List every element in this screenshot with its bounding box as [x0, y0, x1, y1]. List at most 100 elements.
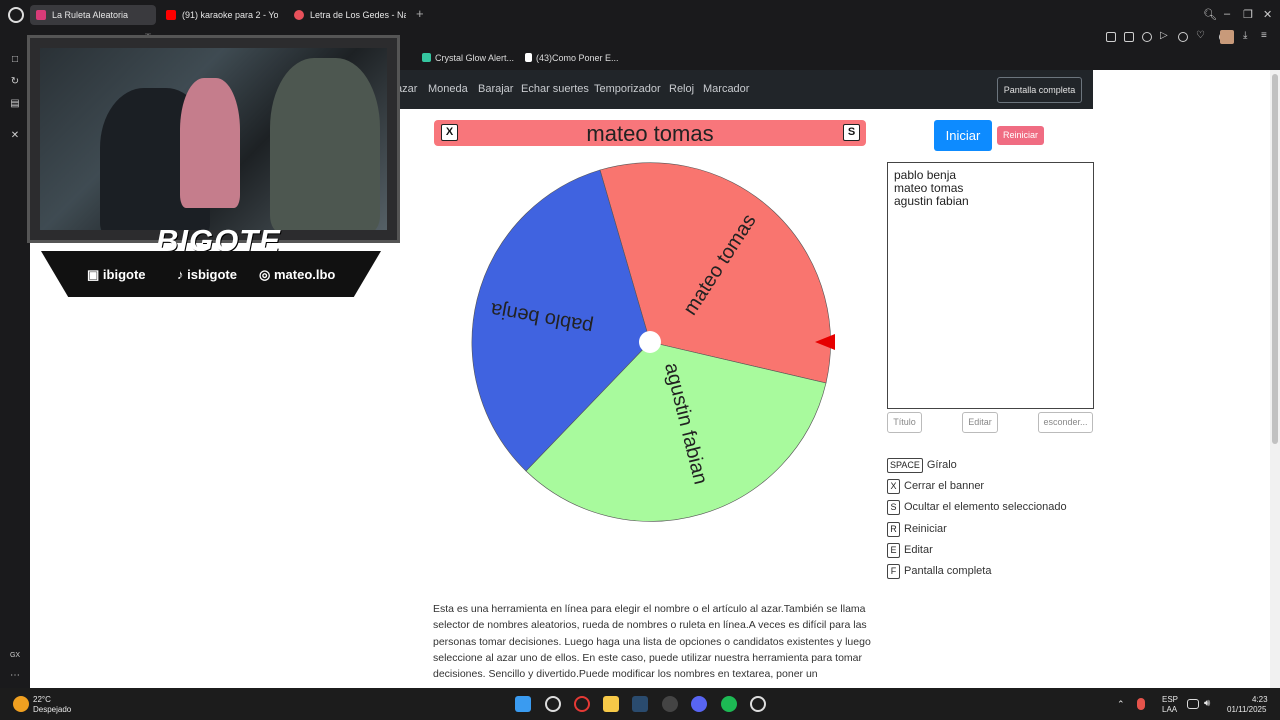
key-s: S — [887, 500, 900, 515]
nav-link-barajar[interactable]: Barajar — [478, 83, 513, 95]
title-button[interactable]: Título — [887, 412, 922, 433]
musixmatch-icon — [294, 10, 304, 20]
microphone-icon[interactable] — [1137, 698, 1145, 710]
tiktok-icon — [525, 53, 532, 62]
opera-gx-taskbar-icon[interactable] — [574, 696, 590, 712]
nav-link-temporizador[interactable]: Temporizador — [594, 83, 661, 95]
opera-logo-icon[interactable] — [8, 7, 24, 23]
spotify-icon[interactable] — [721, 696, 737, 712]
flow-icon[interactable]: ▤ — [9, 98, 21, 110]
webcam-feed — [40, 48, 387, 230]
settings-gear-icon[interactable] — [750, 696, 766, 712]
browser-sidebar: □ ↻ ▤ ✕ GX ⋯ — [0, 30, 30, 688]
shortcut-label: Gíralo — [926, 459, 957, 471]
shortcut-label: Editar — [904, 544, 933, 556]
social-handle: isbigote — [187, 267, 237, 282]
tab-ruleta[interactable]: La Ruleta Aleatoria — [30, 5, 156, 25]
key-f: F — [887, 564, 900, 579]
banner-close-button[interactable]: X — [441, 124, 458, 141]
vpn-icon[interactable] — [1178, 32, 1188, 42]
names-textarea[interactable]: pablo benja mateo tomas agustin fabian — [887, 162, 1094, 409]
scroll-thumb[interactable] — [1272, 74, 1278, 444]
menu-icon[interactable]: ≡ — [1261, 30, 1271, 41]
play-icon[interactable]: ▷ — [1160, 30, 1170, 41]
reset-button[interactable]: Reiniciar — [997, 126, 1044, 145]
close-icon[interactable]: ✕ — [1263, 8, 1272, 21]
fullscreen-button[interactable]: Pantalla completa — [997, 77, 1082, 103]
nav-link-reloj[interactable]: Reloj — [669, 83, 694, 95]
shortcut-r: R Reiniciar — [887, 522, 947, 537]
steam-icon[interactable] — [632, 696, 648, 712]
shield-icon[interactable] — [1142, 32, 1152, 42]
heart-icon[interactable]: ♡ — [1196, 30, 1206, 41]
nav-link-moneda[interactable]: Moneda — [428, 83, 468, 95]
shortcut-label: Cerrar el banner — [904, 480, 985, 492]
shortcut-label: Reiniciar — [904, 523, 947, 535]
reload-icon[interactable]: ↻ — [9, 76, 21, 88]
twitch-kick-handle: ▣ ibigote — [87, 267, 146, 282]
edit-button[interactable]: Editar — [962, 412, 998, 433]
youtube-icon — [166, 10, 176, 20]
bookmark-crystal-glow[interactable]: Crystal Glow Alert... — [422, 53, 514, 63]
clock-date: 01/11/2025 — [1227, 705, 1267, 714]
tab-label: La Ruleta Aleatoria — [52, 10, 129, 20]
key-e: E — [887, 543, 900, 558]
key-r: R — [887, 522, 900, 537]
bookmark-icon — [422, 53, 431, 62]
favicon-icon — [36, 10, 46, 20]
windows-start-icon[interactable] — [515, 696, 531, 712]
person-silhouette — [180, 78, 240, 208]
display-icon[interactable] — [1187, 699, 1199, 709]
webcam-frame — [27, 35, 400, 243]
snapshot-icon[interactable] — [1124, 32, 1134, 42]
obs-icon[interactable] — [662, 696, 678, 712]
download-icon[interactable]: ⤓ — [1243, 30, 1253, 41]
volume-icon[interactable]: 🔊︎ — [1204, 699, 1210, 709]
language-indicator[interactable]: ESP — [1162, 695, 1178, 705]
social-handle: ibigote — [102, 267, 146, 282]
description-text: Esta es una herramienta en línea para el… — [433, 603, 871, 681]
shortcut-label: Pantalla completa — [904, 565, 992, 577]
shortcut-label: Ocultar el elemento seleccionado — [904, 501, 1067, 513]
bookmark-tiktok[interactable]: (43)Como Poner E... — [525, 53, 619, 63]
shortcut-space: SPACE Gíralo — [887, 458, 957, 473]
search-icon[interactable]: 🔍︎ — [1203, 8, 1217, 21]
start-button[interactable]: Iniciar — [934, 120, 992, 151]
tab-label: Letra de Los Gedes - Nad — [310, 10, 406, 20]
nav-link-echar-suertes[interactable]: Echar suertes — [521, 83, 589, 95]
chevron-up-icon[interactable]: ⌃ — [1117, 699, 1125, 709]
gx-label[interactable]: GX — [9, 650, 21, 662]
tab-label: (91) karaoke para 2 - You — [182, 10, 278, 20]
wheel-hub — [639, 331, 661, 353]
restore-icon[interactable]: ❐ — [1243, 8, 1253, 21]
banner-hide-button[interactable]: S — [843, 124, 860, 141]
banner-title: mateo tomas — [586, 121, 714, 146]
more-icon[interactable]: ⋯ — [9, 670, 21, 682]
key-x: X — [887, 479, 900, 494]
new-tab-button[interactable]: + — [416, 7, 424, 21]
taskbar: 22°C Despejado ⌃ ESP LAA 🔊︎ 4:23 01/11/2… — [0, 688, 1280, 720]
bookmark-label: Crystal Glow Alert... — [435, 53, 515, 63]
weather-temp: 22°C — [33, 695, 51, 704]
x-twitter-icon[interactable]: ✕ — [9, 130, 21, 142]
person-silhouette — [270, 58, 380, 230]
tab-karaoke[interactable]: (91) karaoke para 2 - You — [160, 5, 278, 25]
hide-options-button[interactable]: esconder... — [1038, 412, 1093, 433]
pin-icon[interactable] — [1106, 32, 1116, 42]
weather-moon-icon[interactable] — [13, 696, 29, 712]
discord-icon[interactable] — [691, 696, 707, 712]
bookmark-label: (43)Como Poner E... — [536, 53, 619, 63]
minimize-icon[interactable]: – — [1224, 8, 1230, 20]
tab-letra[interactable]: Letra de Los Gedes - Nad — [288, 5, 406, 25]
key-space: SPACE — [887, 458, 923, 473]
shortcut-x: X Cerrar el banner — [887, 479, 984, 494]
page-scrollbar[interactable] — [1270, 70, 1280, 688]
file-explorer-icon[interactable] — [603, 696, 619, 712]
nav-link-marcador[interactable]: Marcador — [703, 83, 749, 95]
instagram-handle: ◎ mateo.lbo — [259, 267, 336, 282]
spin-wheel[interactable]: mateo tomas agustin fabian pablo benja — [467, 160, 837, 530]
gamepad-icon[interactable]: □ — [9, 54, 21, 66]
avatar[interactable] — [1220, 30, 1234, 44]
search-taskbar-icon[interactable] — [545, 696, 561, 712]
keyboard-layout: LAA — [1162, 705, 1178, 714]
